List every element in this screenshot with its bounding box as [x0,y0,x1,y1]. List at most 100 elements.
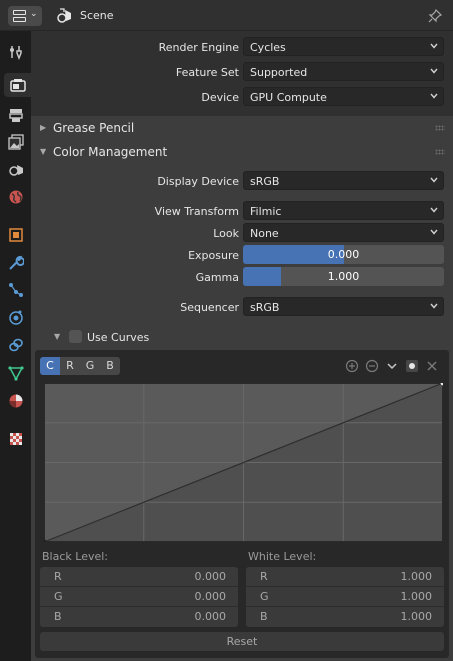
display-device-value: sRGB [250,175,280,188]
tab-output[interactable] [4,103,28,127]
zoom-out-icon[interactable] [365,359,379,373]
exposure-value: 0.000 [327,248,360,261]
look-dropdown[interactable]: None [243,223,444,242]
chevron-down-icon [430,43,438,49]
sequencer-row: Sequencer sRGB [31,297,453,317]
pin-icon[interactable] [427,8,443,24]
white-level-r-field[interactable]: R 1.000 [246,567,444,587]
view-transform-label: View Transform [154,205,239,218]
tab-modifiers[interactable] [4,251,28,275]
feature-set-dropdown[interactable]: Supported [243,62,444,81]
drag-grip-icon[interactable] [435,125,445,131]
texture-icon [10,433,22,445]
color-management-title: Color Management [53,145,168,159]
device-value: GPU Compute [250,91,327,104]
feature-set-label: Feature Set [175,66,239,79]
channel-b-button[interactable]: B [100,357,120,375]
grease-pencil-title: Grease Pencil [53,121,135,135]
black-level-b-key: B [54,610,62,623]
properties-main-area: Render Engine Cycles Feature Set Support… [31,31,453,661]
chevron-down-icon[interactable] [385,359,399,373]
tab-data[interactable] [4,361,28,385]
black-level-g-key: G [54,590,63,603]
device-label: Device [201,91,239,104]
tab-texture[interactable] [4,427,28,451]
exposure-slider[interactable]: 0.000 [243,245,444,264]
printer-output-icon [9,109,23,122]
color-management-panel-header[interactable]: ▼ Color Management [31,140,453,164]
gamma-value: 1.000 [327,270,360,283]
world-icon [9,190,23,204]
drag-grip-icon[interactable] [435,149,445,155]
white-level-g-value: 1.000 [400,590,433,603]
sequencer-label: Sequencer [180,301,239,314]
view-transform-row: View Transform Filmic [31,201,453,221]
display-device-dropdown[interactable]: sRGB [243,171,444,190]
tab-physics[interactable] [4,305,28,329]
properties-editor-icon [13,10,26,22]
particles-icon [9,283,23,297]
display-device-label: Display Device [157,175,239,188]
editor-type-button[interactable]: ⌄ [8,6,42,26]
black-level-b-field[interactable]: B 0.000 [40,607,238,627]
white-level-fields: R 1.000 G 1.000 B 1.000 [246,567,444,627]
view-transform-dropdown[interactable]: Filmic [243,201,444,220]
physics-icon [9,310,23,325]
channel-g-button[interactable]: G [80,357,100,375]
feature-set-value: Supported [250,66,308,79]
reset-button[interactable]: Reset [40,632,444,651]
tab-particles[interactable] [4,278,28,302]
tab-world[interactable] [4,185,28,209]
collapse-arrow-icon: ▼ [40,147,47,156]
use-curves-subpanel-header[interactable]: ▼ Use Curves [31,326,453,348]
tab-material[interactable] [4,389,28,413]
render-engine-label: Render Engine [158,41,239,54]
image-layers-icon [8,134,24,150]
material-icon [9,394,23,408]
white-level-b-value: 1.000 [400,610,433,623]
tab-view-layer[interactable] [4,130,28,154]
white-level-g-field[interactable]: G 1.000 [246,587,444,607]
tab-scene[interactable] [4,157,28,181]
grease-pencil-panel-header[interactable]: ▶ Grease Pencil [31,116,453,140]
render-engine-value: Cycles [250,41,286,54]
device-dropdown[interactable]: GPU Compute [243,87,444,106]
channel-r-button[interactable]: R [60,357,80,375]
channel-c-button[interactable]: C [40,357,60,375]
white-level-b-field[interactable]: B 1.000 [246,607,444,627]
constraints-icon [9,338,23,352]
view-transform-value: Filmic [250,205,282,218]
curves-widget: C R G B Black Level: R 0.000 G 0.000 B 0… [35,350,449,658]
black-level-g-value: 0.000 [194,590,227,603]
use-curves-label: Use Curves [87,331,150,344]
sequencer-dropdown[interactable]: sRGB [243,297,444,316]
close-icon[interactable] [425,359,439,373]
tab-tool[interactable] [4,40,28,64]
chevron-down-icon [430,68,438,74]
white-level-g-key: G [260,590,269,603]
chevron-down-icon [430,207,438,213]
zoom-in-icon[interactable] [345,359,359,373]
use-curves-checkbox[interactable] [69,330,82,343]
exposure-row: Exposure 0.000 [31,245,453,265]
black-level-b-value: 0.000 [194,610,227,623]
black-level-r-field[interactable]: R 0.000 [40,567,238,587]
render-engine-dropdown[interactable]: Cycles [243,37,444,56]
tool-icon [10,46,22,60]
chevron-down-icon [430,229,438,235]
white-level-label: White Level: [248,550,317,563]
look-row: Look None [31,223,453,243]
tab-object[interactable] [4,223,28,247]
curve-graph[interactable] [44,383,443,542]
look-label: Look [213,227,239,240]
tab-render[interactable] [4,73,31,97]
device-row: Device GPU Compute [31,87,453,107]
gamma-slider[interactable]: 1.000 [243,267,444,286]
clipping-toggle-icon[interactable] [405,359,419,373]
gamma-row: Gamma 1.000 [31,267,453,287]
chevron-down-icon [430,303,438,309]
sequencer-value: sRGB [250,301,280,314]
black-level-g-field[interactable]: G 0.000 [40,587,238,607]
white-level-r-value: 1.000 [400,570,433,583]
tab-constraints[interactable] [4,333,28,357]
